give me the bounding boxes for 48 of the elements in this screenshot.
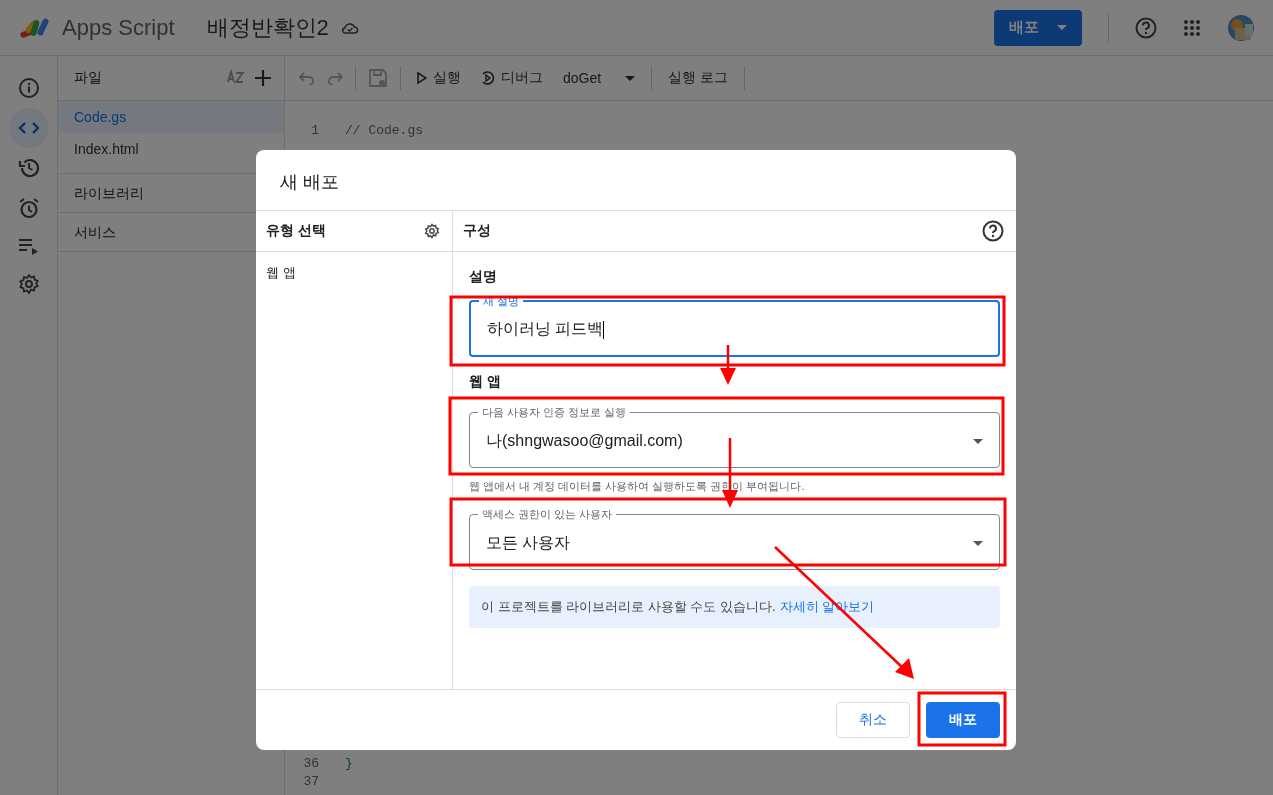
deploy-button[interactable]: 배포 [926, 702, 1000, 738]
avatar-icon[interactable] [1227, 13, 1255, 42]
column-header: 유형 선택 [266, 222, 326, 240]
execute-as-select[interactable]: 다음 사용자 인증 정보로 실행 나(shngwasoo@gmail.com) [469, 405, 1000, 468]
column-header: 구성 [463, 222, 491, 240]
settings-icon[interactable] [17, 273, 40, 295]
app-name: Apps Script [62, 14, 175, 41]
panel-section[interactable]: 서비스 [74, 224, 116, 240]
executions-list-icon[interactable] [17, 237, 40, 255]
code-icon [17, 120, 40, 136]
debug-button[interactable]: 디버그 [477, 69, 547, 87]
alarm-clock-icon[interactable] [17, 197, 40, 219]
section-title: 웹 앱 [469, 373, 502, 391]
cancel-button[interactable]: 취소 [836, 702, 910, 738]
caret-icon [973, 438, 983, 444]
files-title: 파일 [74, 69, 103, 87]
panel-section[interactable]: 라이브러리 [74, 185, 144, 201]
debug-icon [481, 71, 495, 85]
line-number: 37 [302, 773, 319, 789]
history-icon[interactable] [17, 157, 40, 179]
line-number: 1 [310, 122, 319, 138]
function-select[interactable]: doGet [559, 70, 640, 86]
info-icon[interactable] [17, 77, 40, 99]
play-icon [417, 72, 427, 84]
help-icon[interactable] [982, 220, 1004, 242]
project-title[interactable]: 배정반확인2 [206, 12, 329, 43]
code-line: // Code.gs [345, 122, 423, 138]
caret-icon [973, 540, 983, 546]
arrow [720, 345, 736, 385]
apps-grid-icon[interactable] [1183, 18, 1201, 37]
line-number: 36 [302, 755, 319, 771]
deploy-button[interactable]: 배포 [994, 9, 1082, 46]
settings-icon[interactable] [424, 223, 440, 239]
add-file-icon[interactable] [254, 69, 272, 87]
run-button[interactable]: 실행 [413, 69, 465, 87]
apps-script-logo-icon [18, 15, 50, 40]
access-select[interactable]: 액세스 권한이 있는 사용자 모든 사용자 [469, 507, 1000, 570]
type-item[interactable]: 웹 앱 [256, 252, 452, 294]
caret-icon [1057, 25, 1067, 30]
execution-log-button[interactable]: 실행 로그 [664, 69, 733, 87]
cloud-icon [340, 20, 359, 35]
code-editor-tab[interactable] [8, 108, 49, 148]
info-text: 이 프로젝트를 라이브러리로 사용할 수도 있습니다. [481, 598, 776, 616]
dialog-title: 새 배포 [279, 171, 340, 194]
file-item[interactable]: Code.gs [58, 101, 284, 133]
code-line: } [345, 755, 353, 771]
caret-icon [625, 75, 636, 81]
section-title: 설명 [469, 268, 498, 286]
